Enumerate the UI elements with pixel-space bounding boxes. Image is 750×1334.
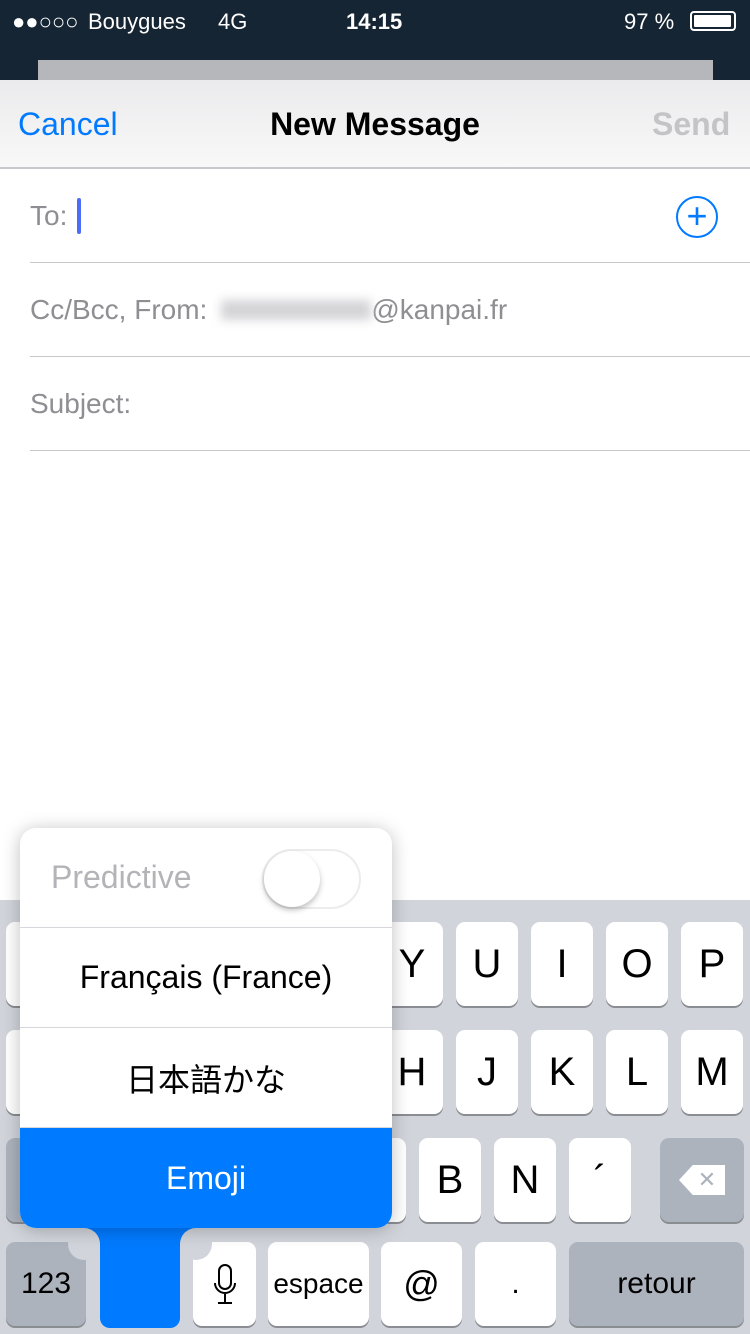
key-6[interactable]: J xyxy=(456,1030,518,1114)
predictive-label: Predictive xyxy=(51,859,192,895)
plus-icon: + xyxy=(686,195,708,236)
subject-label: Subject: xyxy=(30,387,132,419)
key-8[interactable]: L xyxy=(606,1030,668,1114)
navigation-bar: Cancel New Message Send xyxy=(0,80,750,169)
key-5[interactable]: N xyxy=(494,1138,556,1222)
to-label: To: xyxy=(30,199,68,231)
key-9[interactable]: P xyxy=(681,922,743,1006)
from-domain: @kanpai.fr xyxy=(371,293,508,325)
predictive-row: Predictive xyxy=(20,828,392,928)
delete-icon: ✕ xyxy=(679,1165,725,1195)
keyboard-menu: Predictive Français (France) 日本語かな Emoji xyxy=(20,828,392,1228)
ccbcc-from-field[interactable]: Cc/Bcc, From: @kanpai.fr xyxy=(30,263,750,357)
clock: 14:15 xyxy=(346,9,403,34)
add-contact-button[interactable]: + xyxy=(676,196,718,238)
delete-key[interactable]: ✕ xyxy=(660,1138,744,1222)
tab-corner-right xyxy=(180,1228,212,1260)
key-6[interactable]: U xyxy=(456,922,518,1006)
text-cursor xyxy=(77,197,82,234)
menu-item-japanese-kana[interactable]: 日本語かな xyxy=(20,1028,392,1128)
carrier: Bouygues xyxy=(88,9,186,34)
blurred-email-user xyxy=(221,299,372,320)
to-field[interactable]: To: + xyxy=(30,169,750,263)
key-8[interactable]: O xyxy=(606,922,668,1006)
return-key[interactable]: retour xyxy=(569,1242,744,1326)
period-key[interactable]: . xyxy=(475,1242,556,1326)
key-7[interactable]: I xyxy=(531,922,593,1006)
tab-corner-left xyxy=(68,1228,100,1260)
subject-field[interactable]: Subject: xyxy=(30,357,750,451)
send-button[interactable]: Send xyxy=(652,106,730,143)
key-7[interactable]: K xyxy=(531,1030,593,1114)
battery-icon xyxy=(690,11,736,31)
ccbcc-label: Cc/Bcc, From: xyxy=(30,293,208,325)
network-type: 4G xyxy=(218,9,248,34)
key-4[interactable]: B xyxy=(419,1138,481,1222)
menu-item-francais[interactable]: Français (France) xyxy=(20,928,392,1028)
key-6[interactable]: ´ xyxy=(569,1138,631,1222)
predictive-toggle[interactable] xyxy=(262,849,361,909)
battery-percent: 97 % xyxy=(624,9,675,34)
signal-strength: ●●○○○ xyxy=(12,9,79,34)
menu-item-emoji[interactable]: Emoji xyxy=(20,1128,392,1228)
at-key[interactable]: @ xyxy=(381,1242,462,1326)
space-key[interactable]: espace xyxy=(268,1242,369,1326)
microphone-icon xyxy=(213,1264,236,1304)
key-9[interactable]: M xyxy=(681,1030,743,1114)
globe-key-active[interactable] xyxy=(100,1220,180,1328)
cancel-button[interactable]: Cancel xyxy=(18,106,118,143)
